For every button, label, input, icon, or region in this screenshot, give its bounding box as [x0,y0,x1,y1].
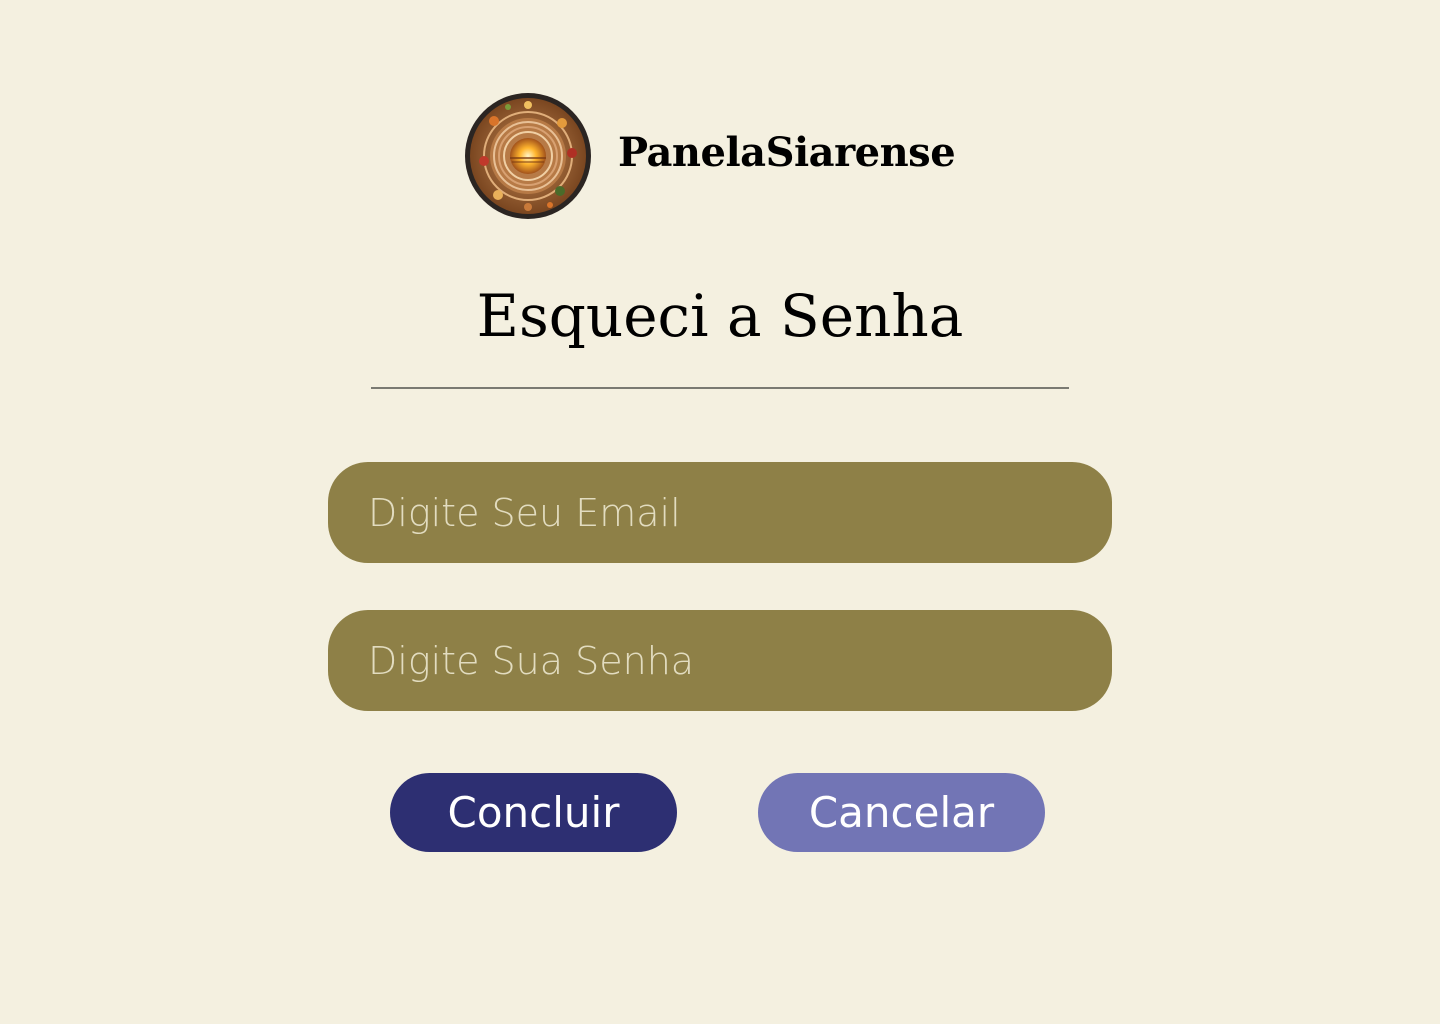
logo-icon [465,93,591,219]
cancel-button[interactable]: Cancelar [758,773,1045,852]
confirm-button[interactable]: Concluir [390,773,677,852]
email-field[interactable] [328,462,1112,563]
brand-name: PanelaSiarense [618,128,956,176]
page-title: Esqueci a Senha [476,282,964,350]
title-divider [371,387,1069,389]
password-field[interactable] [328,610,1112,711]
brand-header: PanelaSiarense [464,91,956,221]
